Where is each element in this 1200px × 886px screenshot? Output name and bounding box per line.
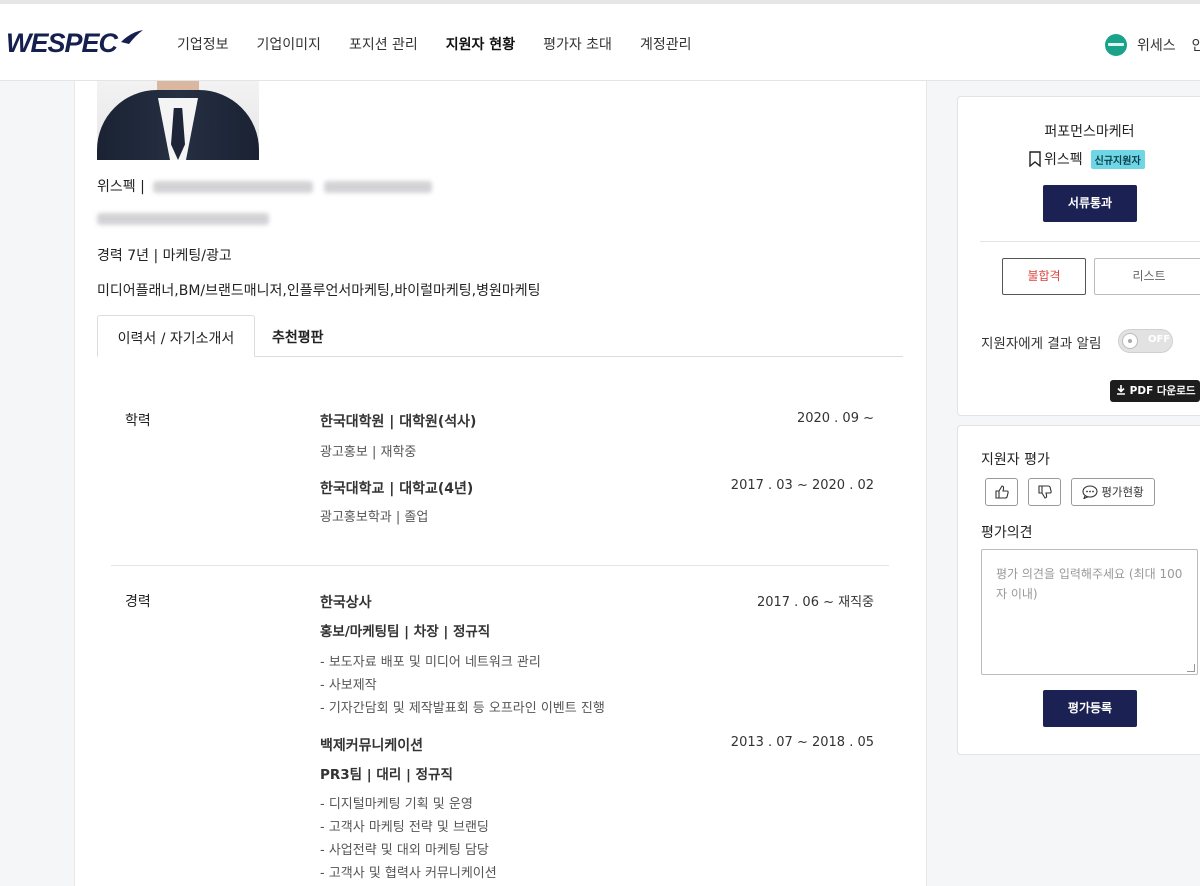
resume-tabs: 이력서 / 자기소개서 추천평판 [97, 315, 903, 357]
education-title: 한국대학교 | 대학교(4년) [320, 481, 474, 497]
nav-account-management[interactable]: 계정관리 [640, 34, 692, 54]
career-label: 경력 [125, 594, 151, 610]
education-date: 2017 . 03 ~ 2020 . 02 [730, 478, 874, 493]
career-duty: - 기자간담회 및 제작발표회 등 오프라인 이벤트 진행 [320, 701, 605, 716]
career-duty: - 고객사 마케팅 전략 및 브랜딩 [320, 820, 489, 835]
user-name: 위세스 [1137, 38, 1176, 54]
position-company: 위스펙 신규지원자 [1028, 149, 1145, 169]
education-detail: 광고홍보 | 재학중 [320, 445, 417, 460]
pdf-download-button[interactable]: PDF 다운로드 [1110, 380, 1200, 402]
company-name: 위스펙 [1044, 152, 1083, 168]
notify-result-label: 지원자에게 결과 알림 [981, 336, 1102, 352]
resume-panel: 위스펙 | 경력 7년 | 마케팅/광고 미디어플래너,BM/브랜드매니저,인플… [74, 81, 927, 886]
wespec-logo[interactable]: WESPEC [6, 28, 118, 59]
career-role: 홍보/마케팅팀 | 차장 | 정규직 [320, 624, 491, 640]
top-navigation-bar: WESPEC 기업정보 기업이미지 포지션 관리 지원자 현황 평가자 초대 계… [0, 0, 1200, 81]
panel-divider [980, 241, 1200, 242]
education-detail: 광고홍보학과 | 졸업 [320, 510, 429, 525]
education-title: 한국대학원 | 대학원(석사) [320, 414, 477, 430]
decision-panel: 퍼포먼스마케터 위스펙 신규지원자 서류통과 불합격 리스트 지원자에게 결과 … [957, 96, 1200, 416]
bookmark-icon[interactable] [1028, 151, 1042, 167]
career-duty: - 사업전략 및 대외 마케팅 담당 [320, 843, 489, 858]
resize-handle[interactable] [1187, 664, 1195, 672]
evaluation-status-button[interactable]: 평가현황 [1071, 478, 1155, 506]
user-extra-text[interactable]: 안 [1192, 35, 1200, 55]
tab-resume[interactable]: 이력서 / 자기소개서 [97, 315, 255, 357]
user-menu[interactable]: 위세스 안 [1105, 34, 1200, 56]
notify-toggle[interactable]: OFF [1118, 329, 1173, 353]
nav-invite-evaluator[interactable]: 평가자 초대 [543, 34, 612, 54]
logo-swoosh-icon [121, 30, 143, 44]
career-duty: - 보도자료 배포 및 미디어 네트워크 관리 [320, 655, 541, 670]
main-nav: 기업정보 기업이미지 포지션 관리 지원자 현황 평가자 초대 계정관리 [177, 34, 719, 54]
opinion-label: 평가의견 [981, 525, 1033, 541]
career-date: 2017 . 06 ~ 재직중 [756, 595, 874, 610]
applicant-name: 위스펙 | [97, 179, 145, 195]
evaluation-panel: 지원자 평가 평가현황 평가의견 평가 의견을 입력해주세요 (최대 100자 … [957, 425, 1200, 755]
career-duty: - 사보제작 [320, 678, 377, 693]
reject-button[interactable]: 불합격 [1002, 258, 1086, 295]
career-company: 백제커뮤니케이션 [320, 738, 424, 754]
opinion-placeholder: 평가 의견을 입력해주세요 (최대 100자 이내) [996, 567, 1183, 601]
applicant-photo [97, 81, 259, 160]
blurred-address [97, 213, 269, 225]
position-title: 퍼포먼스마케터 [1044, 124, 1135, 140]
address-line [97, 211, 269, 227]
career-date: 2013 . 07 ~ 2018 . 05 [730, 735, 874, 750]
career-company: 한국상사 [320, 595, 372, 611]
education-date: 2020 . 09 ~ [796, 411, 874, 426]
thumbs-up-icon [994, 485, 1009, 499]
pass-document-button[interactable]: 서류통과 [1043, 185, 1137, 222]
career-duty: - 고객사 및 협력사 커뮤니케이션 [320, 866, 497, 881]
blurred-contact [153, 181, 314, 193]
evaluation-title: 지원자 평가 [981, 452, 1050, 468]
nav-company-info[interactable]: 기업정보 [177, 34, 229, 54]
nav-applicant-status[interactable]: 지원자 현황 [446, 34, 515, 54]
section-divider [111, 565, 889, 566]
nav-position-management[interactable]: 포지션 관리 [349, 34, 418, 54]
company-avatar [1105, 34, 1127, 56]
nav-company-image[interactable]: 기업이미지 [257, 34, 321, 54]
toggle-state: OFF [1148, 334, 1171, 345]
career-summary: 경력 7년 | 마케팅/광고 [97, 248, 232, 264]
opinion-textarea[interactable]: 평가 의견을 입력해주세요 (최대 100자 이내) [981, 549, 1198, 675]
thumbs-down-icon [1037, 485, 1052, 499]
toggle-knob [1122, 333, 1138, 349]
thumbs-down-button[interactable] [1028, 478, 1061, 506]
contact-line: 위스펙 | [97, 176, 432, 196]
tab-recommendation[interactable]: 추천평판 [272, 315, 324, 357]
keyword-list: 미디어플래너,BM/브랜드매니저,인플루언서마케팅,바이럴마케팅,병원마케팅 [97, 283, 541, 299]
list-button[interactable]: 리스트 [1094, 258, 1200, 295]
blurred-phone [323, 181, 432, 193]
education-label: 학력 [125, 413, 151, 429]
download-icon [1117, 385, 1125, 395]
submit-evaluation-button[interactable]: 평가등록 [1043, 690, 1137, 727]
career-duty: - 디지털마케팅 기획 및 운영 [320, 797, 473, 812]
thumbs-up-button[interactable] [985, 478, 1018, 506]
career-role: PR3팀 | 대리 | 정규직 [320, 767, 453, 783]
new-applicant-badge: 신규지원자 [1090, 149, 1145, 169]
chat-bubble-icon [1082, 485, 1098, 499]
